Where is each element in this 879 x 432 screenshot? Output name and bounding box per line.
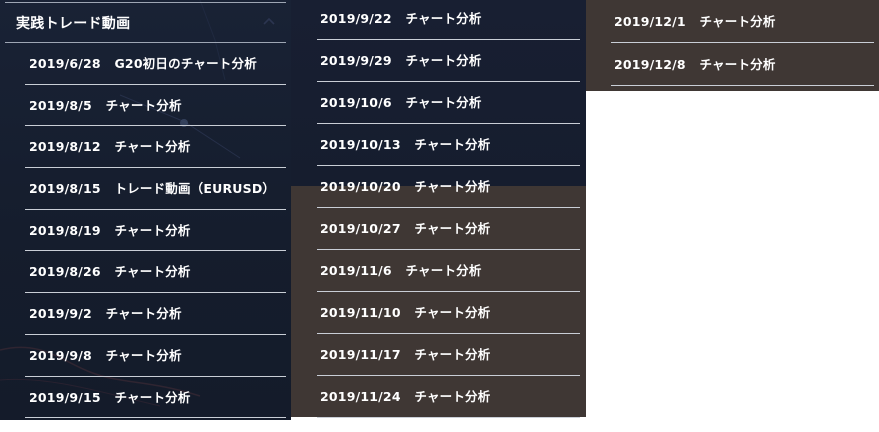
menu-item[interactable]: 2019/8/19 チャート分析 bbox=[25, 210, 286, 252]
chevron-up-icon[interactable] bbox=[262, 15, 276, 29]
dropdown-menu: 実践トレード動画 2019/6/28 G20初日のチャート分析 2019/8/5… bbox=[0, 0, 879, 432]
menu-item[interactable]: 2019/11/17 チャート分析 bbox=[317, 334, 580, 376]
menu-item[interactable]: 2019/10/27 チャート分析 bbox=[317, 208, 580, 250]
menu-item[interactable]: 2019/10/6 チャート分析 bbox=[317, 82, 580, 124]
menu-item[interactable]: 2019/9/8 チャート分析 bbox=[25, 335, 286, 377]
menu-item[interactable]: 2019/10/20 チャート分析 bbox=[317, 166, 580, 208]
menu-item[interactable]: 2019/11/6 チャート分析 bbox=[317, 250, 580, 292]
menu-list-column-1: 2019/6/28 G20初日のチャート分析 2019/8/5 チャート分析 2… bbox=[25, 43, 286, 419]
menu-item[interactable]: 2019/9/22 チャート分析 bbox=[317, 0, 580, 40]
menu-item[interactable]: 2019/9/15 チャート分析 bbox=[25, 377, 286, 419]
menu-item[interactable]: 2019/9/29 チャート分析 bbox=[317, 40, 580, 82]
menu-item[interactable]: 2019/6/28 G20初日のチャート分析 bbox=[25, 43, 286, 85]
menu-item[interactable]: 2019/10/13 チャート分析 bbox=[317, 124, 580, 166]
menu-item[interactable]: 2019/8/12 チャート分析 bbox=[25, 126, 286, 169]
menu-item[interactable]: 2019/9/2 チャート分析 bbox=[25, 293, 286, 335]
menu-item[interactable]: 2019/11/10 チャート分析 bbox=[317, 292, 580, 334]
menu-item[interactable]: 2019/12/8 チャート分析 bbox=[611, 43, 874, 86]
menu-list-column-3: 2019/12/1 チャート分析 2019/12/8 チャート分析 bbox=[611, 0, 874, 86]
menu-item[interactable]: 2019/8/26 チャート分析 bbox=[25, 251, 286, 294]
menu-item[interactable]: 2019/8/5 チャート分析 bbox=[25, 85, 286, 127]
menu-item[interactable]: 2019/8/15 トレード動画（EURUSD） bbox=[25, 168, 286, 210]
menu-header[interactable]: 実践トレード動画 bbox=[5, 2, 286, 43]
menu-list-column-2: 2019/9/22 チャート分析 2019/9/29 チャート分析 2019/1… bbox=[317, 0, 580, 418]
menu-item[interactable]: 2019/11/24 チャート分析 bbox=[317, 376, 580, 418]
menu-item[interactable]: 2019/12/1 チャート分析 bbox=[611, 0, 874, 43]
menu-title: 実践トレード動画 bbox=[16, 16, 131, 32]
